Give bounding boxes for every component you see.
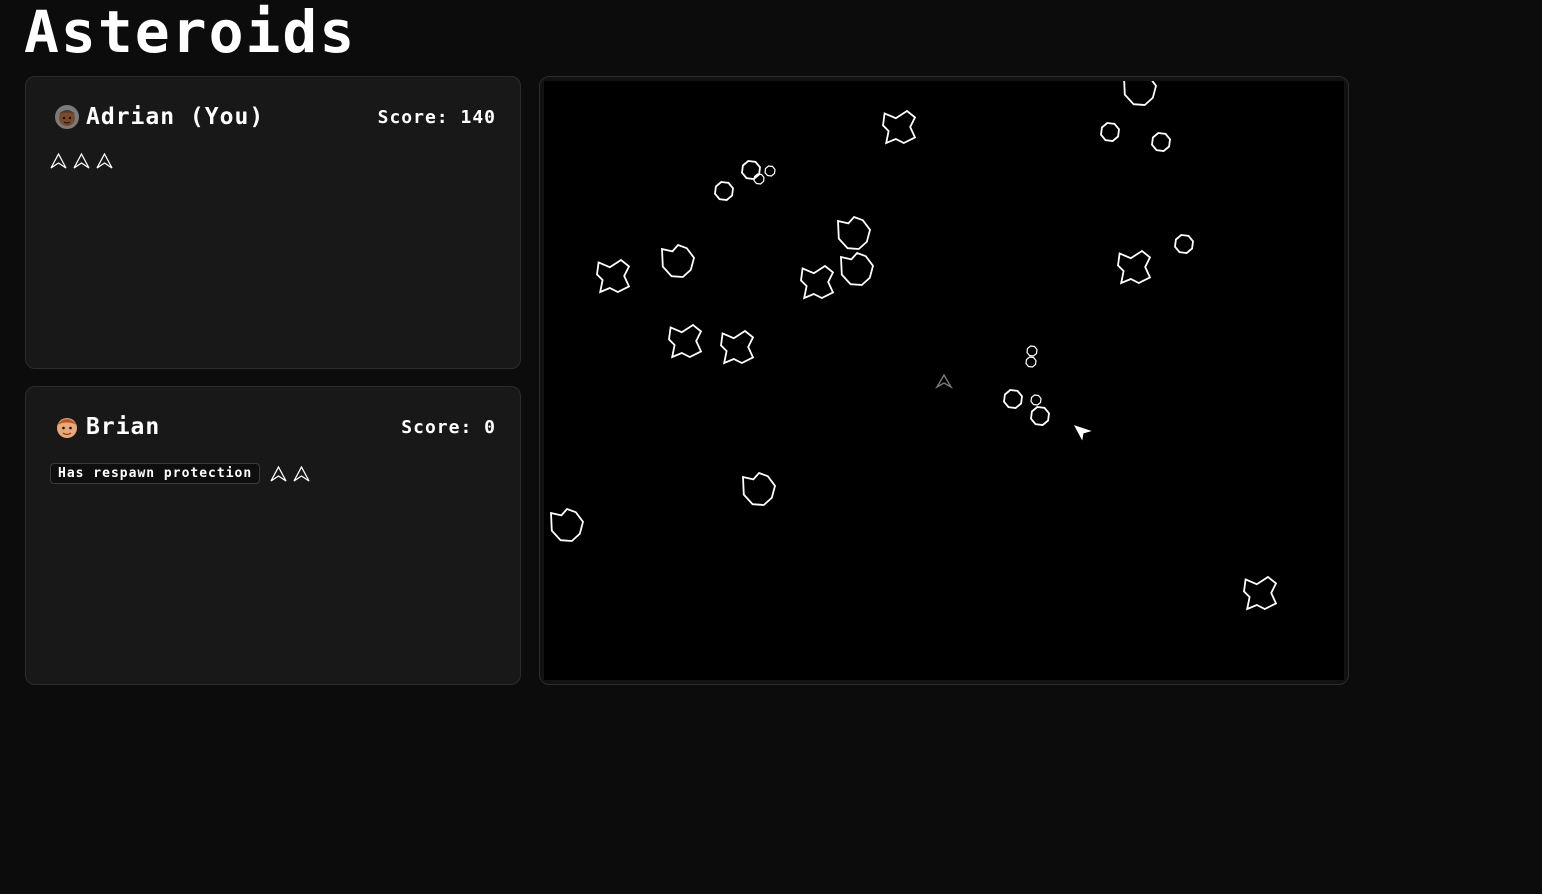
asteroid: [1123, 81, 1157, 106]
asteroid: [1100, 122, 1120, 142]
life-ship-icon: [293, 465, 310, 482]
life-ship-icon: [50, 153, 67, 169]
avatar-adrian-icon: [55, 105, 79, 129]
life-ship-icon: [270, 465, 287, 482]
asteroid: [1151, 132, 1171, 152]
player-name: Adrian (You): [54, 104, 264, 130]
respawn-protection-badge: Has respawn protection: [50, 463, 261, 484]
asteroid: [1243, 575, 1278, 611]
player-name-label: Adrian (You): [86, 104, 265, 130]
asteroid: [800, 264, 835, 300]
ship-brian: [935, 373, 953, 389]
player-panel-brian: Brian Score: 0 Has respawn protection: [25, 386, 521, 685]
asteroid: [714, 181, 734, 201]
game-frame: [539, 76, 1349, 685]
player-header: Brian Score: 0: [54, 411, 496, 443]
player-score: Score: 140: [377, 106, 496, 128]
player-status-row: Has respawn protection: [50, 463, 310, 484]
player-name: Brian: [54, 414, 160, 440]
page-title: Asteroids: [24, 0, 357, 66]
lives-indicator: [270, 465, 310, 482]
asteroid: [1030, 406, 1050, 426]
ship-adrian: [1073, 425, 1092, 441]
asteroid: [741, 160, 761, 180]
asteroid: [1026, 345, 1038, 357]
asteroid: [1117, 249, 1152, 285]
life-ship-icon: [96, 153, 113, 169]
asteroid: [1003, 389, 1023, 409]
asteroid: [764, 165, 776, 177]
asteroid: [1025, 356, 1037, 368]
life-ship-icon: [73, 153, 90, 169]
game-canvas[interactable]: [544, 81, 1344, 680]
asteroid: [840, 251, 874, 286]
player-header: Adrian (You) Score: 140: [54, 101, 496, 133]
lives-indicator: [50, 153, 113, 169]
player-panel-adrian: Adrian (You) Score: 140: [25, 76, 521, 369]
avatar-brian-icon: [57, 418, 77, 438]
asteroid: [720, 329, 755, 365]
asteroid: [661, 243, 695, 278]
player-score: Score: 0: [401, 416, 496, 438]
asteroid: [882, 109, 917, 145]
player-name-label: Brian: [86, 414, 161, 440]
asteroid: [550, 507, 584, 542]
asteroid: [596, 258, 631, 294]
asteroid: [668, 323, 703, 359]
player-status-row: [50, 153, 113, 169]
asteroid: [1030, 394, 1042, 406]
asteroid: [837, 215, 871, 250]
asteroid: [742, 471, 776, 506]
asteroid: [1174, 234, 1194, 254]
